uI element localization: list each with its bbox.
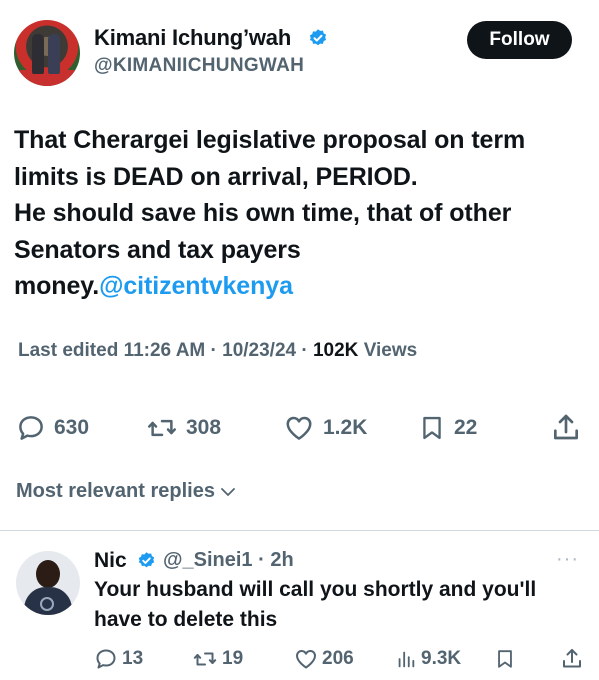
- views-count: 102K: [312, 340, 359, 361]
- tweet-line: That Cherargei legislative proposal on t…: [14, 126, 526, 154]
- repost-count: 308: [186, 416, 222, 439]
- tweet-line: money.@citizentvkenya: [14, 268, 584, 305]
- reply-icon: [19, 416, 43, 440]
- like-count: 1.2K: [323, 416, 368, 439]
- avatar-head: [36, 560, 60, 588]
- tweet-meta: Last edited 11:26 AM · 10/23/24 · 102K V…: [18, 340, 417, 362]
- reply-like-count: 206: [322, 648, 354, 669]
- avatar-shirt-logo: [40, 597, 54, 611]
- reply-icon: [96, 649, 116, 669]
- reply-like-button[interactable]: 206: [294, 646, 354, 672]
- reply-line: have to delete this: [94, 607, 278, 631]
- follow-button[interactable]: Follow: [467, 21, 572, 59]
- tweet-line: Senators and tax payers: [14, 235, 301, 264]
- repost-icon: [148, 419, 176, 437]
- mention-link[interactable]: @citizentvkenya: [99, 272, 293, 300]
- divider: [0, 530, 599, 531]
- tweet-header: Kimani Ichung’wah @KIMANIICHUNGWAH Follo…: [0, 0, 599, 100]
- meta-separator: ·: [296, 340, 313, 361]
- reply-button[interactable]: 630: [16, 410, 89, 446]
- reply-author-handle-time[interactable]: @_Sinei1 · 2h: [163, 549, 294, 572]
- bookmark-count: 22: [454, 416, 478, 439]
- reply-count: 630: [54, 416, 90, 439]
- views-chart-icon: [398, 651, 415, 668]
- reply-bookmark-button[interactable]: [494, 646, 520, 672]
- reply-text: Your husband will call you shortly and y…: [94, 575, 589, 634]
- share-icon: [563, 649, 581, 668]
- bookmark-icon: [498, 650, 512, 668]
- reply-views-button[interactable]: 9.3K: [395, 646, 461, 672]
- share-button[interactable]: [550, 410, 590, 446]
- more-options-icon[interactable]: ···: [556, 548, 579, 571]
- avatar-carpet: [14, 70, 80, 86]
- edited-timestamp[interactable]: Last edited 11:26 AM · 10/23/24: [18, 340, 296, 361]
- reply-repost-count: 19: [222, 648, 244, 669]
- reply-author-name[interactable]: Nic: [94, 549, 127, 573]
- bookmark-button[interactable]: 22: [418, 410, 477, 446]
- tweet-text: That Cherargei legislative proposal on t…: [14, 122, 584, 305]
- avatar-figure: [32, 34, 44, 74]
- reply-reply-button[interactable]: 13: [94, 646, 143, 672]
- heart-icon: [296, 650, 316, 669]
- repost-button[interactable]: 308: [146, 410, 221, 446]
- author-handle[interactable]: @KIMANIICHUNGWAH: [94, 55, 304, 77]
- author-display-name[interactable]: Kimani Ichung’wah: [94, 25, 291, 51]
- bookmark-icon: [423, 416, 441, 440]
- verified-badge-icon: [309, 29, 327, 46]
- share-icon: [554, 414, 578, 440]
- views-label: Views: [363, 340, 418, 361]
- chevron-down-icon: [221, 487, 235, 496]
- reply-views-count: 9.3K: [421, 648, 462, 669]
- tweet-line: He should save his own time, that of oth…: [14, 199, 512, 227]
- reply-author-avatar[interactable]: [16, 551, 80, 615]
- tweet-line-text: money.: [14, 272, 100, 300]
- reply-share-button[interactable]: [560, 646, 588, 672]
- reply-reply-count: 13: [122, 648, 144, 669]
- reply-line: Your husband will call you shortly and y…: [94, 578, 537, 601]
- verified-badge-icon: [138, 552, 155, 568]
- heart-icon: [286, 416, 312, 440]
- replies-sort-dropdown[interactable]: Most relevant replies: [16, 480, 237, 503]
- reply-repost-button[interactable]: 19: [192, 646, 243, 672]
- avatar-figure: [48, 34, 60, 74]
- like-button[interactable]: 1.2K: [283, 410, 367, 446]
- repost-icon: [193, 652, 217, 666]
- replies-sort-label: Most relevant replies: [16, 480, 215, 502]
- tweet-line: limits is DEAD on arrival, PERIOD.: [14, 162, 418, 191]
- author-avatar[interactable]: [14, 20, 80, 86]
